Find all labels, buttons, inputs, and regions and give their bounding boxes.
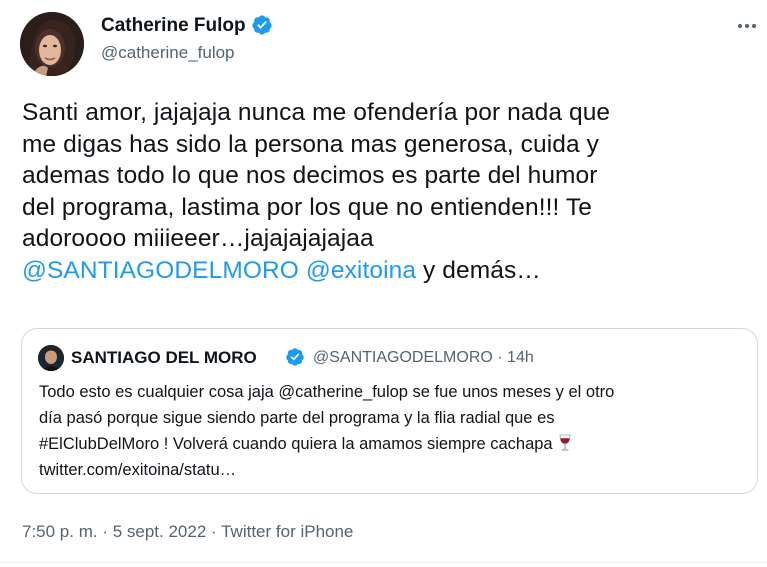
quoted-tweet-text: Todo esto es cualquier cosa jaja @cather… xyxy=(39,379,744,483)
mention-link-exitoina[interactable]: @exitoina xyxy=(306,257,416,284)
author-handle[interactable]: @catherine_fulop xyxy=(101,43,235,63)
author-name[interactable]: Catherine Fulop xyxy=(101,15,246,37)
quoted-verified-badge-icon xyxy=(286,348,304,366)
quoted-avatar-photo xyxy=(38,345,64,371)
quoted-text-line: #ElClubDelMoro ! Volverá cuando quiera l… xyxy=(39,435,553,453)
quoted-text-line: día pasó porque sigue siendo parte del p… xyxy=(39,409,555,427)
verified-badge-icon xyxy=(252,15,272,35)
quoted-author-name[interactable]: SANTIAGO DEL MORO xyxy=(71,347,257,369)
bottom-divider xyxy=(0,562,767,563)
tweet-text-line: del programa, lastima por los que no ent… xyxy=(22,193,592,221)
quoted-text-line-with-emoji: #ElClubDelMoro ! Volverá cuando quiera l… xyxy=(39,431,744,457)
tweet-source-link[interactable]: Twitter for iPhone xyxy=(221,522,353,541)
footer-separator: · xyxy=(97,522,113,541)
tweet-text: Santi amor, jajajaja nunca me ofendería … xyxy=(22,97,757,286)
wine-glass-icon xyxy=(559,434,571,451)
mention-link-santiagodelmoro[interactable]: @SANTIAGODELMORO xyxy=(22,257,299,284)
footer-separator: · xyxy=(206,522,222,541)
more-options-icon[interactable] xyxy=(733,16,761,36)
quoted-tweet[interactable]: SANTIAGO DEL MORO @SANTIAGODELMORO · 14h… xyxy=(21,328,758,494)
tweet-text-line: Santi amor, jajajaja nunca me ofendería … xyxy=(22,99,611,126)
avatar-photo xyxy=(20,12,84,76)
more-dot xyxy=(752,24,756,28)
more-dot xyxy=(738,24,742,28)
tweet-text-line-mentions: @SANTIAGODELMORO @exitoina y demás… xyxy=(22,255,757,287)
quoted-handle-time: @SANTIAGODELMORO · 14h xyxy=(313,349,534,366)
quoted-link[interactable]: twitter.com/exitoina/statu… xyxy=(39,457,744,483)
tweet-text-tail: y demás… xyxy=(416,256,541,284)
more-dot xyxy=(745,24,749,28)
quoted-text-line: Todo esto es cualquier cosa jaja @cather… xyxy=(39,383,615,401)
tweet-text-line: adoroooo miiieeer…jajajajajajaa xyxy=(22,225,374,252)
author-avatar[interactable] xyxy=(20,12,84,76)
tweet-date-link[interactable]: 5 sept. 2022 xyxy=(113,522,207,541)
tweet-time-link[interactable]: 7:50 p. m. xyxy=(22,522,98,541)
quoted-author-avatar[interactable] xyxy=(38,345,64,371)
tweet-text-line: me digas has sido la persona mas generos… xyxy=(22,130,599,158)
tweet-card: Catherine Fulop @catherine_fulop Santi a… xyxy=(0,0,767,567)
tweet-footer: 7:50 p. m. · 5 sept. 2022 · Twitter for … xyxy=(22,521,353,543)
tweet-text-line: ademas todo lo que nos decimos es parte … xyxy=(22,162,598,189)
